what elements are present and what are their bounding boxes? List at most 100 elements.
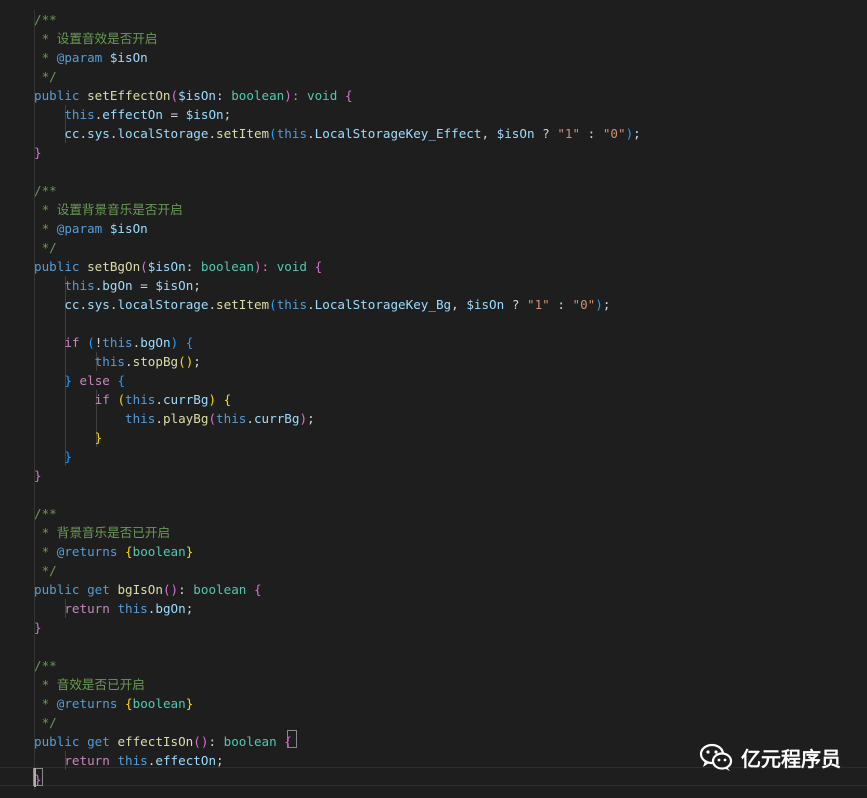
code-token: . — [208, 126, 217, 141]
code-line[interactable]: this.effectOn = $isOn; — [34, 105, 231, 124]
code-token: * 音效是否已开启 — [34, 677, 145, 692]
code-editor[interactable]: /** * 设置音效是否开启 * @param $isOn */ public s… — [0, 0, 867, 798]
code-line[interactable]: cc.sys.localStorage.setItem(this.LocalSt… — [34, 124, 640, 143]
code-token: } — [34, 468, 42, 483]
code-line[interactable]: /** — [34, 656, 57, 675]
code-token: return — [64, 601, 110, 616]
code-token: sys — [87, 297, 110, 312]
code-token: public — [34, 734, 80, 749]
code-token: $isOn — [155, 278, 194, 293]
code-token: this — [64, 278, 95, 293]
code-line[interactable]: public get effectIsOn(): boolean { — [34, 732, 292, 751]
code-token: { — [117, 373, 126, 388]
code-token: ; — [307, 411, 315, 426]
code-token: /** — [34, 658, 57, 673]
code-line[interactable]: return this.effectOn; — [34, 751, 223, 770]
code-token: public — [34, 88, 80, 103]
code-line[interactable]: this.bgOn = $isOn; — [34, 276, 201, 295]
code-token: /** — [34, 506, 57, 521]
code-line[interactable]: * @param $isOn — [34, 219, 148, 238]
code-token: stopBg — [132, 354, 179, 369]
code-line[interactable]: * @returns {boolean} — [34, 694, 194, 713]
code-token: $isOn — [147, 259, 186, 274]
text-cursor — [34, 768, 36, 787]
code-line[interactable]: /** — [34, 181, 57, 200]
code-token: get — [87, 582, 110, 597]
code-line[interactable]: cc.sys.localStorage.setItem(this.LocalSt… — [34, 295, 610, 314]
code-line[interactable]: */ — [34, 238, 57, 257]
watermark-text: 亿元程序员 — [741, 746, 841, 771]
code-token: () — [193, 734, 209, 749]
code-token: cc — [64, 126, 80, 141]
code-line[interactable]: /** — [34, 504, 57, 523]
code-token: . — [246, 411, 254, 426]
code-token: ): — [284, 88, 308, 103]
code-token: bgIsOn — [117, 582, 163, 597]
code-line[interactable]: * 设置音效是否开启 — [34, 29, 158, 48]
code-token: void — [307, 88, 338, 103]
code-line[interactable]: this.stopBg(); — [34, 352, 201, 371]
code-token: , — [451, 297, 467, 312]
code-line[interactable]: } — [34, 143, 42, 162]
code-token: ; — [185, 601, 194, 616]
code-token: : — [580, 126, 603, 141]
code-token: boolean — [223, 734, 277, 749]
code-token: } — [34, 145, 42, 160]
code-token: : — [178, 582, 194, 597]
code-token: "0" — [572, 297, 596, 312]
code-line[interactable]: */ — [34, 67, 57, 86]
code-line[interactable]: } — [34, 618, 42, 637]
code-line[interactable]: * 设置背景音乐是否开启 — [34, 200, 183, 219]
code-token: ; — [193, 278, 201, 293]
code-token: $isOn — [178, 88, 217, 103]
code-token: ? — [504, 297, 527, 312]
code-line[interactable]: public setEffectOn($isOn: boolean): void… — [34, 86, 353, 105]
code-token: localStorage — [117, 126, 209, 141]
code-token: : — [208, 734, 224, 749]
code-token: if — [64, 335, 80, 350]
code-token: "1" — [557, 126, 581, 141]
code-line[interactable]: public get bgIsOn(): boolean { — [34, 580, 262, 599]
code-line[interactable]: * 音效是否已开启 — [34, 675, 145, 694]
code-token: */ — [34, 69, 57, 84]
code-token: public — [34, 582, 80, 597]
code-line[interactable]: } — [34, 447, 72, 466]
code-token: currBg — [162, 392, 209, 407]
code-token: { — [125, 544, 133, 559]
code-line[interactable]: * @param $isOn — [34, 48, 148, 67]
code-line[interactable]: */ — [34, 561, 57, 580]
code-token: } — [64, 373, 72, 388]
code-line[interactable]: this.playBg(this.currBg); — [34, 409, 315, 428]
code-token: void — [276, 259, 308, 274]
code-token: bgOn — [102, 278, 133, 293]
code-token: . — [307, 297, 315, 312]
code-line[interactable]: } — [34, 428, 103, 447]
code-line[interactable]: */ — [34, 713, 57, 732]
code-line[interactable]: } — [34, 466, 42, 485]
code-line[interactable]: * 背景音乐是否已开启 — [34, 523, 171, 542]
code-token: setItem — [216, 297, 270, 312]
code-token: . — [79, 297, 88, 312]
code-token: ) — [299, 411, 308, 426]
code-line[interactable]: if (this.currBg) { — [34, 390, 232, 409]
code-token: () — [178, 354, 194, 369]
code-line[interactable]: } else { — [34, 371, 125, 390]
code-token: $isOn — [466, 297, 505, 312]
code-token: ( — [117, 392, 126, 407]
code-token: sys — [87, 126, 110, 141]
code-token: this — [117, 753, 148, 768]
code-token: this — [64, 107, 95, 122]
code-line[interactable]: /** — [34, 10, 57, 29]
code-line[interactable]: return this.bgOn; — [34, 599, 193, 618]
code-line[interactable]: public setBgOn($isOn: boolean): void { — [34, 257, 322, 276]
code-line[interactable]: if (!this.bgOn) { — [34, 333, 193, 352]
code-line[interactable]: * @returns {boolean} — [34, 542, 194, 561]
code-token: effectIsOn — [117, 734, 194, 749]
